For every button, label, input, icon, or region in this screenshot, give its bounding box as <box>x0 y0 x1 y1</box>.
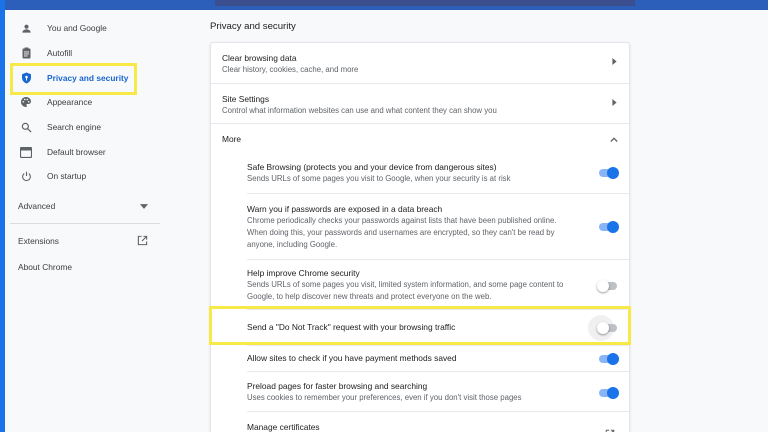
sidebar-item-on-startup[interactable]: On startup <box>13 164 158 188</box>
row-subtitle-line: When doing this, your passwords and user… <box>247 228 555 237</box>
toggle-knob <box>597 280 609 292</box>
sidebar-advanced-label: Advanced <box>18 201 56 211</box>
row-title: Clear browsing data <box>222 53 297 63</box>
sidebar-item-label: Appearance <box>47 97 93 107</box>
browser-icon <box>19 145 33 159</box>
palette-icon <box>19 95 33 109</box>
sidebar-item-label: On startup <box>47 171 87 181</box>
payment-methods-toggle[interactable] <box>599 353 619 365</box>
row-title: Site Settings <box>222 94 270 104</box>
sidebar-item-default-browser[interactable]: Default browser <box>13 140 158 164</box>
row-subtitle: Sends URLs of some pages you visit to Go… <box>247 174 511 183</box>
row-subtitle: Clear history, cookies, cache, and more <box>222 65 359 74</box>
row-subtitle-line: Google, to help discover new threats and… <box>247 292 492 301</box>
toggle-knob <box>607 353 619 365</box>
sidebar-item-label: Extensions <box>18 236 59 246</box>
open-in-new-icon <box>137 235 148 248</box>
settings-main: Privacy and security Clear browsing data… <box>160 10 768 432</box>
sidebar-item-label: You and Google <box>47 23 107 33</box>
row-title: Preload pages for faster browsing and se… <box>247 381 428 391</box>
row-title: Allow sites to check if you have payment… <box>247 353 457 363</box>
row-subtitle-line: anyone, including Google. <box>247 240 338 249</box>
power-icon <box>19 169 33 183</box>
safe-browsing-toggle[interactable] <box>599 167 619 179</box>
sidebar-item-about-chrome[interactable]: About Chrome <box>18 262 72 272</box>
sidebar-item-label: Default browser <box>47 147 106 157</box>
row-title: Help improve Chrome security <box>247 268 360 278</box>
open-in-new-icon <box>605 426 615 432</box>
sidebar-advanced-toggle[interactable]: Advanced <box>18 198 148 214</box>
sidebar-item-autofill[interactable]: Autofill <box>13 41 158 65</box>
highlight-box-privacy <box>10 63 137 95</box>
sidebar-item-label: Search engine <box>47 122 102 132</box>
sidebar-item-label: About Chrome <box>18 262 72 272</box>
sidebar-item-extensions[interactable]: Extensions <box>18 233 148 249</box>
more-section-toggle[interactable]: More <box>211 123 631 153</box>
clear-browsing-data-row[interactable]: Clear browsing data Clear history, cooki… <box>211 43 631 83</box>
privacy-card: Clear browsing data Clear history, cooki… <box>210 42 631 432</box>
row-subtitle-line: Sends URLs of some pages you visit, limi… <box>247 280 564 289</box>
row-title: Safe Browsing (protects you and your dev… <box>247 162 497 172</box>
preload-pages-toggle[interactable] <box>599 387 619 399</box>
safe-browsing-row[interactable]: Safe Browsing (protects you and your dev… <box>211 153 631 193</box>
payment-methods-row[interactable]: Allow sites to check if you have payment… <box>247 345 631 371</box>
sidebar-item-you-and-google[interactable]: You and Google <box>13 16 158 40</box>
password-breach-toggle[interactable] <box>599 221 619 233</box>
improve-security-toggle[interactable] <box>597 280 617 292</box>
sidebar-item-label: Autofill <box>47 48 73 58</box>
toggle-knob <box>607 221 619 233</box>
search-icon <box>19 120 33 134</box>
sidebar-item-search-engine[interactable]: Search engine <box>13 115 158 139</box>
site-settings-row[interactable]: Site Settings Control what information w… <box>211 83 631 123</box>
password-breach-row[interactable]: Warn you if passwords are exposed in a d… <box>247 193 631 259</box>
row-subtitle: Control what information websites can us… <box>222 106 497 115</box>
row-title: Manage certificates <box>247 422 320 432</box>
person-icon <box>19 21 33 35</box>
chevron-right-icon <box>612 98 617 108</box>
more-label: More <box>222 134 242 144</box>
row-subtitle-line: Chrome periodically checks your password… <box>247 216 557 225</box>
improve-security-row[interactable]: Help improve Chrome security Sends URLs … <box>247 259 631 309</box>
toggle-knob <box>607 167 619 179</box>
toolbar-strip <box>215 0 635 6</box>
chevron-up-icon <box>610 134 618 144</box>
clipboard-icon <box>19 46 33 60</box>
highlight-box-do-not-track <box>209 306 631 345</box>
row-title: Warn you if passwords are exposed in a d… <box>247 204 443 214</box>
window-frame-top <box>5 0 768 10</box>
sidebar-divider <box>10 223 160 224</box>
row-subtitle: Uses cookies to remember your preference… <box>247 393 522 402</box>
chevron-right-icon <box>612 57 617 67</box>
page-title: Privacy and security <box>210 21 296 32</box>
preload-pages-row[interactable]: Preload pages for faster browsing and se… <box>247 371 631 411</box>
caret-down-icon <box>140 201 148 211</box>
manage-certificates-row[interactable]: Manage certificates <box>247 411 631 432</box>
toggle-knob <box>607 387 619 399</box>
